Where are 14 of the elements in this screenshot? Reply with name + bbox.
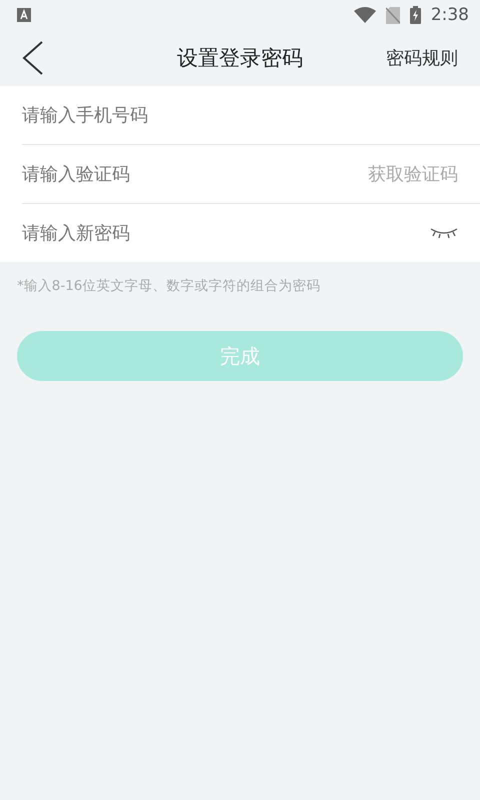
wifi-icon	[354, 7, 376, 23]
input-field[interactable]: 请输入手机号码	[22, 104, 458, 126]
input-field[interactable]: 请输入新密码	[22, 222, 430, 244]
page-title: 设置登录密码	[177, 45, 303, 72]
password-hint: *输入8-16位英文字母、数字或字符的组合为密码	[16, 277, 322, 295]
password-rules-link[interactable]: 密码规则	[386, 46, 458, 70]
no-sim-icon	[386, 6, 400, 24]
input-field[interactable]: 请输入验证码	[22, 164, 368, 184]
battery-charging-icon	[410, 6, 421, 24]
back-icon[interactable]	[22, 41, 44, 75]
status-time: 2:38	[430, 5, 469, 25]
notification-icon	[17, 8, 31, 22]
get-code-button[interactable]: 获取验证码	[368, 162, 458, 186]
eye-closed-icon[interactable]	[430, 226, 458, 240]
